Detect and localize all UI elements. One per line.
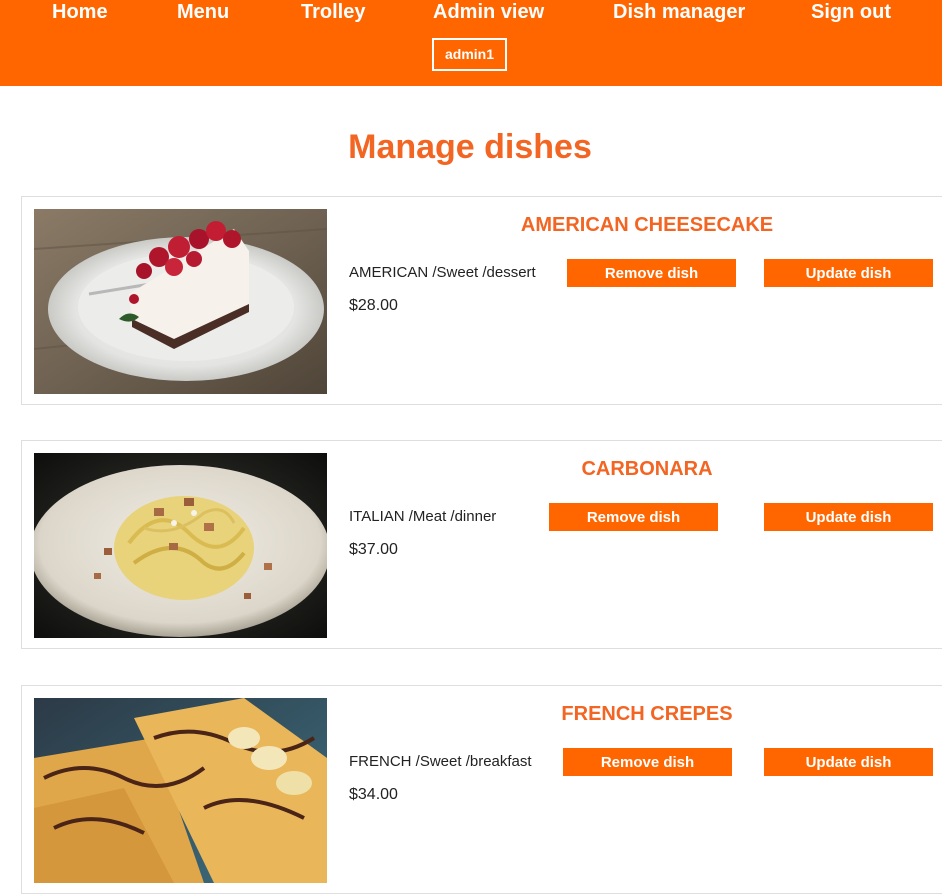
dish-name: CARBONARA — [581, 458, 713, 480]
nav-trolley-link[interactable]: Trolley — [301, 1, 365, 24]
update-dish-button[interactable]: Update dish — [764, 259, 933, 287]
dish-category: ITALIAN /Meat /dinner — [349, 508, 497, 525]
dish-card: AMERICAN CHEESECAKE AMERICAN /Sweet /des… — [21, 196, 942, 405]
dish-image-cheesecake — [34, 209, 327, 394]
remove-dish-button[interactable]: Remove dish — [567, 259, 736, 287]
remove-dish-button[interactable]: Remove dish — [549, 503, 718, 531]
dish-image-crepes — [34, 698, 327, 883]
remove-dish-button[interactable]: Remove dish — [563, 748, 732, 776]
nav-dish-manager-link[interactable]: Dish manager — [613, 1, 745, 24]
top-navbar: Home Menu Trolley Admin view Dish manage… — [0, 0, 942, 86]
dish-price: $37.00 — [349, 541, 398, 558]
page-title: Manage dishes — [348, 128, 592, 166]
dish-price: $28.00 — [349, 297, 398, 314]
dish-category: AMERICAN /Sweet /dessert — [349, 264, 536, 281]
nav-home-link[interactable]: Home — [52, 1, 108, 24]
dish-name: FRENCH CREPES — [561, 703, 733, 725]
update-dish-button[interactable]: Update dish — [764, 503, 933, 531]
update-dish-button[interactable]: Update dish — [764, 748, 933, 776]
nav-admin-view-link[interactable]: Admin view — [433, 1, 544, 24]
dish-name: AMERICAN CHEESECAKE — [520, 214, 774, 236]
dish-card: CARBONARA ITALIAN /Meat /dinner $37.00 R… — [21, 440, 942, 649]
dish-image-carbonara — [34, 453, 327, 638]
nav-sign-out-link[interactable]: Sign out — [811, 1, 891, 24]
dish-price: $34.00 — [349, 786, 398, 803]
nav-menu-link[interactable]: Menu — [177, 1, 229, 24]
current-user-badge: admin1 — [432, 38, 507, 71]
dish-category: FRENCH /Sweet /breakfast — [349, 753, 532, 770]
dish-card: FRENCH CREPES FRENCH /Sweet /breakfast $… — [21, 685, 942, 894]
